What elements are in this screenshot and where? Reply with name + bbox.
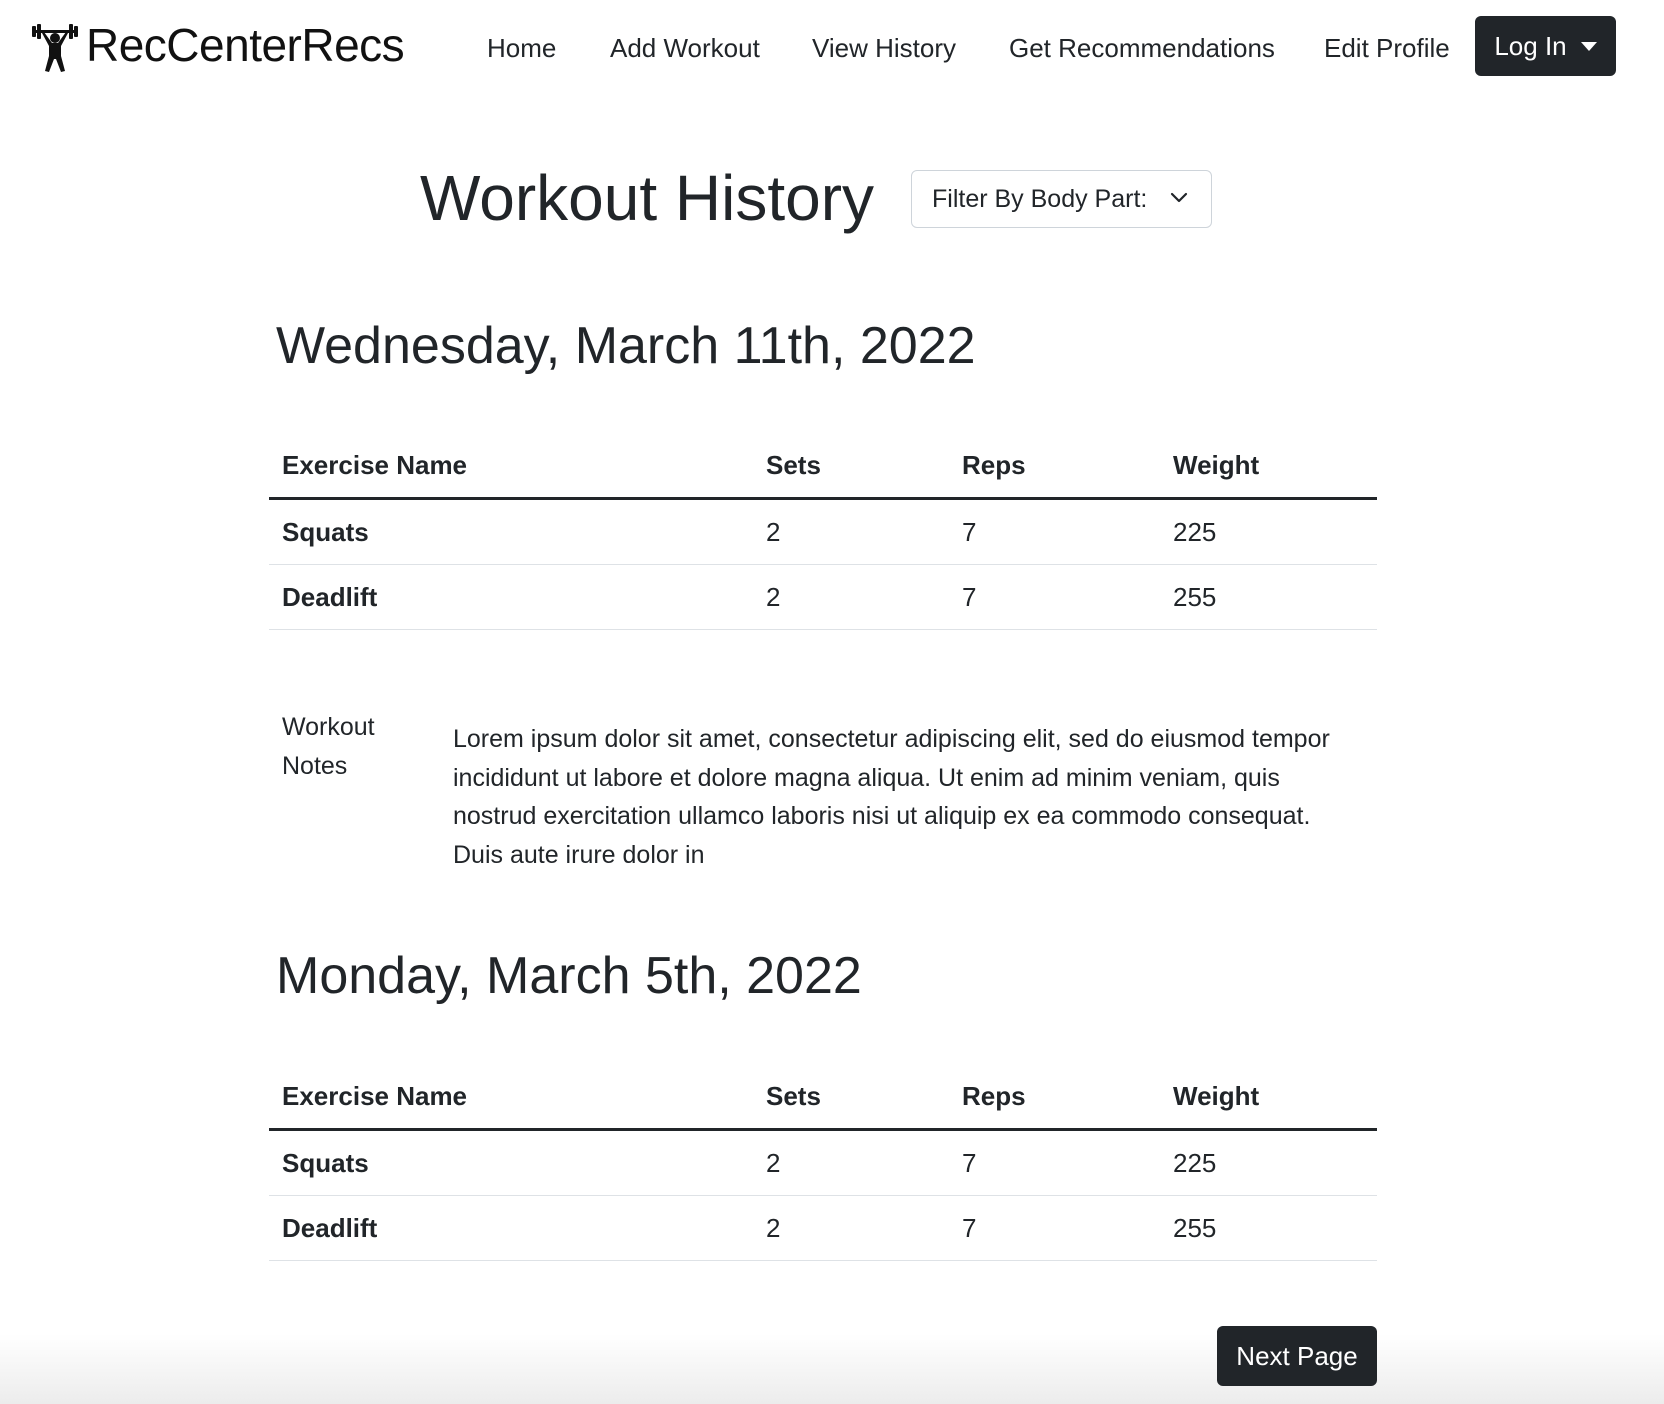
brand-link[interactable]: RecCenterRecs <box>30 14 405 76</box>
exercise-weight: 225 <box>1160 1129 1377 1196</box>
column-exercise-name: Exercise Name <box>269 433 753 500</box>
nav-add-workout[interactable]: Add Workout <box>610 28 760 68</box>
column-reps: Reps <box>949 433 1160 500</box>
nav-view-history[interactable]: View History <box>812 28 956 68</box>
exercise-reps: 7 <box>949 498 1160 565</box>
nav-home[interactable]: Home <box>487 28 556 68</box>
exercise-name: Deadlift <box>269 564 753 630</box>
nav-edit-profile[interactable]: Edit Profile <box>1324 28 1450 68</box>
exercise-name: Squats <box>269 498 753 565</box>
exercise-sets: 2 <box>753 564 949 630</box>
filter-label: Filter By Body Part: <box>932 184 1148 213</box>
exercise-weight: 255 <box>1160 1195 1377 1261</box>
column-weight: Weight <box>1160 1064 1377 1131</box>
workout-notes-text: Lorem ipsum dolor sit amet, consectetur … <box>453 725 1330 869</box>
exercise-reps: 7 <box>949 1129 1160 1196</box>
body-part-filter-select[interactable]: Filter By Body Part: <box>911 170 1212 228</box>
workout-notes-label: Workout Notes <box>282 713 375 780</box>
weightlifter-icon <box>32 24 78 72</box>
table-row: Squats 2 7 225 <box>269 1129 1377 1196</box>
workout-date: Wednesday, March 11th, 2022 <box>276 317 976 375</box>
column-exercise-name: Exercise Name <box>269 1064 753 1131</box>
exercise-sets: 2 <box>753 1195 949 1261</box>
chevron-down-icon <box>1170 192 1188 203</box>
exercise-reps: 7 <box>949 564 1160 630</box>
exercise-name: Squats <box>269 1129 753 1196</box>
exercise-reps: 7 <box>949 1195 1160 1261</box>
caret-down-icon <box>1580 41 1597 51</box>
nav-get-recommendations[interactable]: Get Recommendations <box>1009 28 1275 68</box>
exercise-sets: 2 <box>753 498 949 565</box>
navbar: RecCenterRecs Home Add Workout View Hist… <box>0 0 1664 96</box>
bottom-fade <box>0 1334 1664 1404</box>
table-header-row: Exercise Name Sets Reps Weight <box>269 1064 1377 1131</box>
exercise-sets: 2 <box>753 1129 949 1196</box>
exercise-weight: 225 <box>1160 498 1377 565</box>
brand-name: RecCenterRecs <box>86 19 405 71</box>
workout-date: Monday, March 5th, 2022 <box>276 947 862 1005</box>
workout-table: Exercise Name Sets Reps Weight Squats 2 … <box>269 1064 1377 1261</box>
table-row: Deadlift 2 7 255 <box>269 1195 1377 1261</box>
exercise-name: Deadlift <box>269 1195 753 1261</box>
login-label: Log In <box>1494 30 1567 61</box>
exercise-weight: 255 <box>1160 564 1377 630</box>
login-dropdown-button[interactable]: Log In <box>1475 16 1616 76</box>
page-title: Workout History <box>420 162 875 234</box>
table-row: Deadlift 2 7 255 <box>269 564 1377 630</box>
workout-table: Exercise Name Sets Reps Weight Squats 2 … <box>269 433 1377 630</box>
column-weight: Weight <box>1160 433 1377 500</box>
column-reps: Reps <box>949 1064 1160 1131</box>
column-sets: Sets <box>753 1064 949 1131</box>
next-page-button[interactable]: Next Page <box>1217 1326 1377 1386</box>
table-row: Squats 2 7 225 <box>269 498 1377 565</box>
table-header-row: Exercise Name Sets Reps Weight <box>269 433 1377 500</box>
column-sets: Sets <box>753 433 949 500</box>
